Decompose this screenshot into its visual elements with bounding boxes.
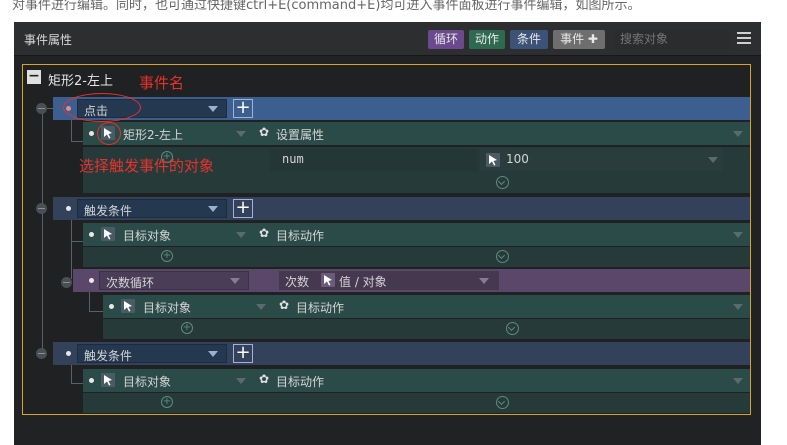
loop-sub-row <box>103 319 750 339</box>
tree-line <box>71 383 83 384</box>
tree-line <box>71 241 83 242</box>
event-name-annotation: 事件名 <box>139 74 185 92</box>
expand-chevron-icon[interactable] <box>496 396 509 409</box>
condition2-target[interactable]: 目标对象 <box>123 373 171 390</box>
collapse-event-button[interactable]: − <box>27 69 41 84</box>
condition2-bullet-icon <box>66 351 71 356</box>
select-target-annotation: 选择触发事件的对象 <box>79 157 215 175</box>
chevron-down-icon <box>479 278 489 284</box>
trigger-annotation-ellipse <box>63 93 141 122</box>
add-loop-button[interactable]: 循环 <box>428 30 464 49</box>
add-event-button[interactable]: 事件 ✚ <box>553 30 605 49</box>
panel-title: 事件属性 <box>24 33 73 47</box>
select-target-annotation-ellipse <box>97 122 121 145</box>
tree-line <box>89 290 90 312</box>
condition2-dropdown[interactable]: 触发条件 <box>77 344 227 363</box>
condition1-sub-row <box>83 247 750 267</box>
collapse-trigger-icon[interactable] <box>36 103 47 114</box>
target-bullet-icon <box>89 131 94 136</box>
chevron-down-icon <box>733 304 743 310</box>
condition2-target-row <box>83 369 750 392</box>
chevron-down-icon <box>208 106 218 112</box>
tree-line <box>71 120 72 142</box>
loop-count-field[interactable]: 次数 值 / 对象 <box>279 271 499 290</box>
condition1-target[interactable]: 目标对象 <box>123 227 171 244</box>
gear-icon: ✿ <box>279 298 290 312</box>
expand-chevron-icon[interactable] <box>506 322 519 335</box>
collapse-condition2-icon[interactable] <box>36 348 47 359</box>
condition2-sub-row <box>83 393 750 413</box>
cursor-select-icon[interactable] <box>121 299 135 313</box>
chevron-down-icon <box>733 131 743 137</box>
tree-line <box>71 362 72 384</box>
gear-icon: ✿ <box>259 372 270 386</box>
target-bullet-icon <box>89 378 94 383</box>
chevron-down-icon <box>230 278 240 284</box>
chevron-down-icon <box>208 206 218 212</box>
add-condition2-button[interactable]: + <box>233 344 253 363</box>
add-target-icon[interactable]: + <box>161 250 173 262</box>
tree-line <box>42 109 43 357</box>
property-name: num <box>282 152 304 166</box>
chevron-down-icon <box>256 304 266 310</box>
condition2-label: 触发条件 <box>84 349 133 363</box>
condition1-dropdown[interactable]: 触发条件 <box>77 199 227 218</box>
add-condition1-button[interactable]: + <box>233 199 253 218</box>
event-properties-panel: 事件属性 循环 动作 条件 事件 ✚ − 矩形2-左上 事件名 点击 <box>14 22 761 445</box>
loop-dropdown[interactable]: 次数循环 <box>99 271 249 290</box>
condition2-action[interactable]: 目标动作 <box>276 373 324 390</box>
cursor-select-icon[interactable] <box>321 273 335 287</box>
loop-value-label: 值 / 对象 <box>339 275 387 289</box>
property-name-field[interactable]: num <box>270 149 478 171</box>
loop-count-label: 次数 <box>285 275 310 289</box>
chevron-down-icon <box>733 232 743 238</box>
target-bullet-icon <box>109 304 114 309</box>
condition1-action[interactable]: 目标动作 <box>276 227 324 244</box>
property-value-field[interactable]: 100 <box>480 149 722 171</box>
tree-line <box>89 311 103 312</box>
chevron-down-icon <box>208 351 218 357</box>
add-condition-button[interactable]: 条件 <box>510 30 548 49</box>
tree-line <box>71 219 72 279</box>
cursor-select-icon[interactable] <box>101 227 115 241</box>
chevron-down-icon <box>236 232 246 238</box>
panel-header: 事件属性 循环 动作 条件 事件 ✚ <box>14 22 761 56</box>
expand-chevron-icon[interactable] <box>496 176 509 189</box>
loop-label: 次数循环 <box>106 276 155 290</box>
condition1-bullet-icon <box>66 206 71 211</box>
condition1-target-row <box>83 223 750 246</box>
top-caption: 对事件进行编辑。同时，也可通过快捷键ctrl+E(command+E)均可进入事… <box>12 0 641 13</box>
tree-line <box>71 141 83 142</box>
collapse-condition1-icon[interactable] <box>36 203 47 214</box>
gear-icon: ✿ <box>259 226 270 240</box>
chevron-down-icon <box>733 378 743 384</box>
cursor-select-icon[interactable] <box>101 373 115 387</box>
expand-chevron-icon[interactable] <box>496 250 509 263</box>
hamburger-menu-icon[interactable] <box>737 32 751 44</box>
chevron-down-icon <box>708 157 718 163</box>
add-trigger-button[interactable]: + <box>233 99 253 118</box>
add-target-icon[interactable]: + <box>181 322 193 334</box>
event-name: 矩形2-左上 <box>48 74 113 89</box>
search-object-input[interactable] <box>614 30 730 49</box>
loop-target-row <box>103 295 750 318</box>
cursor-select-icon[interactable] <box>486 153 500 167</box>
loop-bullet-icon <box>89 278 94 283</box>
loop-action[interactable]: 目标动作 <box>296 299 344 316</box>
action-label[interactable]: 设置属性 <box>276 126 324 143</box>
target-object-name[interactable]: 矩形2-左上 <box>123 126 183 143</box>
target-bullet-icon <box>89 232 94 237</box>
chevron-down-icon <box>236 378 246 384</box>
target-row <box>83 122 750 145</box>
loop-target[interactable]: 目标对象 <box>143 299 191 316</box>
gear-icon: ✿ <box>259 125 270 139</box>
add-target-icon[interactable]: + <box>161 396 173 408</box>
add-action-button[interactable]: 动作 <box>469 30 505 49</box>
property-value: 100 <box>506 152 529 166</box>
condition1-label: 触发条件 <box>84 204 133 218</box>
chevron-down-icon <box>236 131 246 137</box>
event-block: − 矩形2-左上 事件名 点击 + 矩形2-左上 ✿ 设置属性 + 选择触发事件… <box>22 64 751 415</box>
